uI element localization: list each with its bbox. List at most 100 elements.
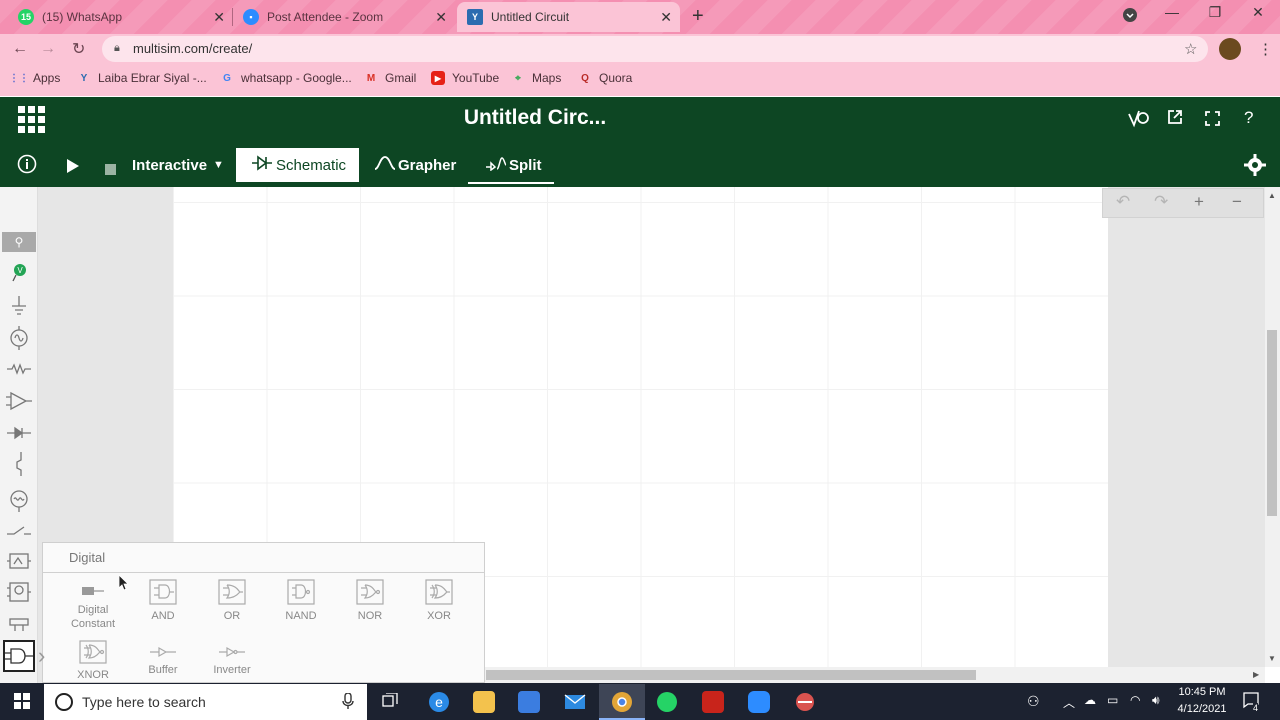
back-icon[interactable]: ← (12, 40, 28, 58)
wifi-icon[interactable]: ◠ (1130, 693, 1140, 707)
vertical-scroll-thumb[interactable] (1267, 330, 1277, 516)
component-and[interactable]: AND (128, 579, 198, 623)
tab-schematic[interactable]: Schematic (236, 148, 359, 182)
switch-icon[interactable] (4, 519, 34, 543)
tab-underline (468, 182, 554, 184)
probe-icon[interactable]: V (4, 260, 34, 284)
mouse-cursor-icon (118, 574, 129, 596)
bookmark-gmail[interactable]: M Gmail (364, 71, 417, 85)
search-icon[interactable]: ⚲ (2, 232, 36, 252)
xnor-gate-icon (79, 640, 107, 664)
component-buffer[interactable]: Buffer (128, 645, 198, 677)
diode-icon[interactable] (4, 421, 34, 445)
component-xor[interactable]: XOR (404, 579, 474, 623)
transistor-icon[interactable] (4, 452, 34, 476)
opamp-icon[interactable] (4, 389, 34, 413)
info-icon[interactable] (17, 154, 37, 179)
scroll-up-icon[interactable]: ▲ (1268, 191, 1276, 200)
play-icon[interactable] (67, 157, 79, 178)
clock-date[interactable]: 4/12/2021 (1170, 703, 1234, 715)
component-xnor[interactable]: XNOR (58, 640, 128, 682)
bookmark-maps[interactable]: ⌖ Maps (511, 71, 561, 85)
tab-title: Untitled Circuit (491, 10, 570, 24)
close-icon[interactable]: ✕ (213, 9, 225, 26)
bookmark-laiba[interactable]: Y Laiba Ebrar Siyal -... (77, 71, 207, 85)
ac-source-icon[interactable] (4, 326, 34, 350)
profile-dropdown-icon[interactable] (1116, 8, 1144, 24)
volume-icon[interactable]: 🔊︎ (1152, 693, 1160, 708)
horizontal-scroll-thumb[interactable] (486, 670, 976, 680)
chevron-up-icon[interactable]: ︿ (1063, 694, 1075, 711)
settings-gear-icon[interactable] (1244, 154, 1266, 181)
browser-menu-icon[interactable]: ⋮ (1258, 40, 1273, 58)
component-or[interactable]: OR (197, 579, 267, 623)
scroll-down-icon[interactable]: ▼ (1268, 654, 1276, 663)
open-external-icon[interactable] (1167, 109, 1183, 130)
analog-ic-icon[interactable] (4, 580, 34, 604)
store-icon[interactable] (518, 691, 540, 713)
people-icon[interactable]: ⚇ (1027, 693, 1040, 710)
multisim-app-icon[interactable] (794, 691, 816, 713)
forward-icon[interactable]: → (40, 40, 56, 58)
mixed-signal-icon[interactable] (4, 549, 34, 573)
window-close-icon[interactable]: ✕ (1243, 4, 1273, 21)
zoom-icon[interactable] (748, 691, 770, 713)
file-explorer-icon[interactable] (473, 691, 495, 713)
acrobat-icon[interactable] (702, 691, 724, 713)
component-nor[interactable]: NOR (335, 579, 405, 623)
simulation-mode-dropdown[interactable]: Interactive ▼ (132, 148, 224, 182)
bookmark-quora[interactable]: Q Quora (578, 71, 632, 85)
split-icon (485, 155, 507, 175)
onedrive-icon[interactable]: ☁ (1084, 693, 1096, 707)
microphone-icon[interactable] (342, 692, 354, 714)
share-circuit-icon[interactable] (1128, 108, 1150, 133)
meter-icon[interactable] (4, 488, 34, 512)
page-title[interactable]: Untitled Circ... (0, 106, 1070, 130)
bookmark-star-icon[interactable]: ☆ (1184, 40, 1197, 58)
minimize-icon[interactable]: — (1157, 4, 1187, 20)
maps-icon: ⌖ (515, 72, 521, 84)
fullscreen-icon[interactable] (1205, 110, 1220, 131)
tab-title: (15) WhatsApp (42, 10, 123, 24)
connector-icon[interactable] (4, 612, 34, 636)
avatar[interactable] (1219, 38, 1241, 60)
bookmark-apps[interactable]: ⋮⋮ Apps (9, 71, 60, 85)
battery-icon[interactable]: ▭ (1107, 693, 1118, 707)
ground-icon[interactable] (4, 294, 34, 318)
whatsapp-icon[interactable] (656, 691, 678, 713)
zoom-icon: ▪ (243, 9, 259, 25)
clock-time[interactable]: 10:45 PM (1174, 686, 1230, 698)
address-bar[interactable] (102, 36, 1208, 62)
tab-split[interactable]: Split (485, 148, 542, 182)
tab-zoom[interactable]: ▪ Post Attendee - Zoom ✕ (233, 2, 455, 32)
resistor-icon[interactable] (4, 357, 34, 381)
windows-start-icon[interactable] (14, 693, 30, 714)
restore-icon[interactable]: ❐ (1200, 4, 1230, 21)
reload-icon[interactable]: ↻ (72, 39, 85, 59)
zoom-out-icon[interactable]: − (1232, 192, 1242, 212)
zoom-in-icon[interactable]: + (1194, 192, 1204, 212)
help-icon[interactable]: ? (1244, 108, 1253, 128)
mail-icon[interactable] (564, 691, 586, 713)
browser-tab-strip: 15 (15) WhatsApp ✕ ▪ Post Attendee - Zoo… (0, 0, 1280, 34)
close-icon[interactable]: ✕ (660, 9, 672, 26)
stop-icon[interactable] (105, 159, 116, 180)
redo-icon[interactable]: ↷ (1154, 192, 1168, 212)
component-digital-constant[interactable]: Digital Constant (58, 583, 128, 631)
task-view-icon[interactable] (382, 692, 400, 714)
url-text[interactable]: multisim.com/create/ (133, 41, 252, 56)
close-icon[interactable]: ✕ (435, 9, 447, 26)
edge-icon[interactable]: e (428, 691, 450, 713)
tab-whatsapp[interactable]: 15 (15) WhatsApp ✕ (8, 2, 233, 32)
component-inverter[interactable]: Inverter (197, 645, 267, 677)
tab-untitled-circuit[interactable]: Y Untitled Circuit ✕ (457, 2, 680, 32)
scroll-right-icon[interactable]: ▶ (1253, 670, 1259, 679)
digital-category-button[interactable] (3, 640, 35, 672)
undo-icon[interactable]: ↶ (1116, 192, 1130, 212)
bookmark-youtube[interactable]: ▶ YouTube (431, 71, 499, 85)
chrome-icon[interactable] (611, 691, 633, 713)
component-nand[interactable]: NAND (266, 579, 336, 623)
tab-grapher[interactable]: Grapher (374, 148, 456, 182)
new-tab-icon[interactable]: + (692, 5, 704, 28)
bookmark-whatsapp-google[interactable]: Gwhatsapp - Google... (220, 71, 352, 85)
